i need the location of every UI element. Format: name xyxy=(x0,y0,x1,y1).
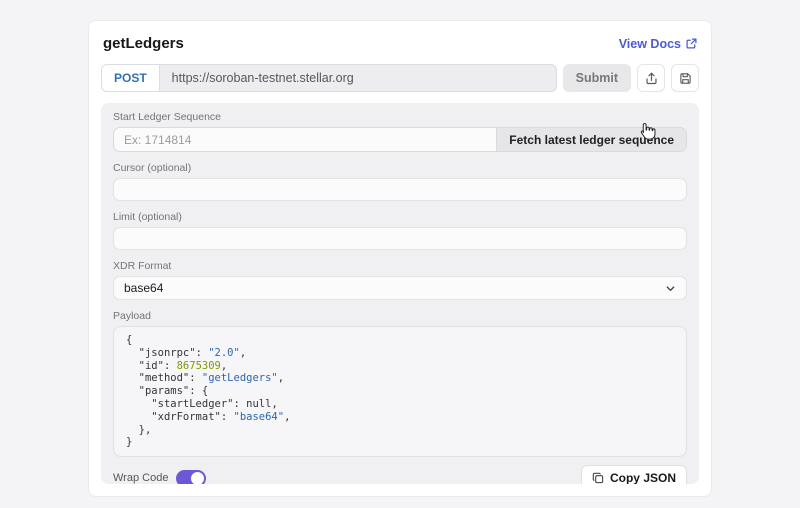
payload-label: Payload xyxy=(113,310,687,322)
http-method-badge: POST xyxy=(102,65,160,91)
field-cursor: Cursor (optional) xyxy=(113,162,687,201)
page-title: getLedgers xyxy=(103,35,184,52)
fetch-latest-ledger-button[interactable]: Fetch latest ledger sequence xyxy=(496,128,686,151)
cursor-label: Cursor (optional) xyxy=(113,162,687,174)
submit-button[interactable]: Submit xyxy=(563,64,631,92)
external-link-icon xyxy=(686,38,697,49)
start-ledger-group: Fetch latest ledger sequence xyxy=(113,127,687,152)
request-bar: POST https://soroban-testnet.stellar.org… xyxy=(101,64,699,92)
copy-json-button[interactable]: Copy JSON xyxy=(581,465,687,484)
field-limit: Limit (optional) xyxy=(113,211,687,250)
xdr-format-select[interactable]: base64 xyxy=(113,276,687,300)
save-icon xyxy=(679,72,692,85)
view-docs-label: View Docs xyxy=(619,37,681,51)
field-start-ledger: Start Ledger Sequence Fetch latest ledge… xyxy=(113,111,687,152)
limit-label: Limit (optional) xyxy=(113,211,687,223)
wrap-code-label: Wrap Code xyxy=(113,472,168,484)
url-group: POST https://soroban-testnet.stellar.org xyxy=(101,64,557,92)
endpoint-card: getLedgers View Docs POST https://soroba… xyxy=(88,20,712,497)
request-form-panel: Start Ledger Sequence Fetch latest ledge… xyxy=(101,103,699,484)
xdr-format-label: XDR Format xyxy=(113,260,687,272)
cursor-input[interactable] xyxy=(113,178,687,201)
wrap-code-toggle[interactable] xyxy=(176,470,206,484)
panel-footer: Wrap Code Copy JSON xyxy=(113,465,687,484)
field-xdr-format: XDR Format base64 xyxy=(113,260,687,300)
xdr-format-selected-value: base64 xyxy=(124,281,163,295)
share-icon xyxy=(645,72,658,85)
copy-json-label: Copy JSON xyxy=(610,471,676,484)
field-payload: Payload { "jsonrpc": "2.0", "id": 867530… xyxy=(113,310,687,457)
toggle-knob xyxy=(191,472,204,484)
rpc-url-field[interactable]: https://soroban-testnet.stellar.org xyxy=(160,65,556,91)
start-ledger-label: Start Ledger Sequence xyxy=(113,111,687,123)
copy-icon xyxy=(592,472,604,484)
view-docs-link[interactable]: View Docs xyxy=(619,37,697,51)
save-button[interactable] xyxy=(671,64,699,92)
wrap-code-control: Wrap Code xyxy=(113,470,206,484)
chevron-down-icon xyxy=(665,283,676,294)
limit-input[interactable] xyxy=(113,227,687,250)
payload-code-block[interactable]: { "jsonrpc": "2.0", "id": 8675309, "meth… xyxy=(113,326,687,457)
start-ledger-input[interactable] xyxy=(114,128,496,151)
card-header: getLedgers View Docs xyxy=(101,33,699,52)
share-button[interactable] xyxy=(637,64,665,92)
